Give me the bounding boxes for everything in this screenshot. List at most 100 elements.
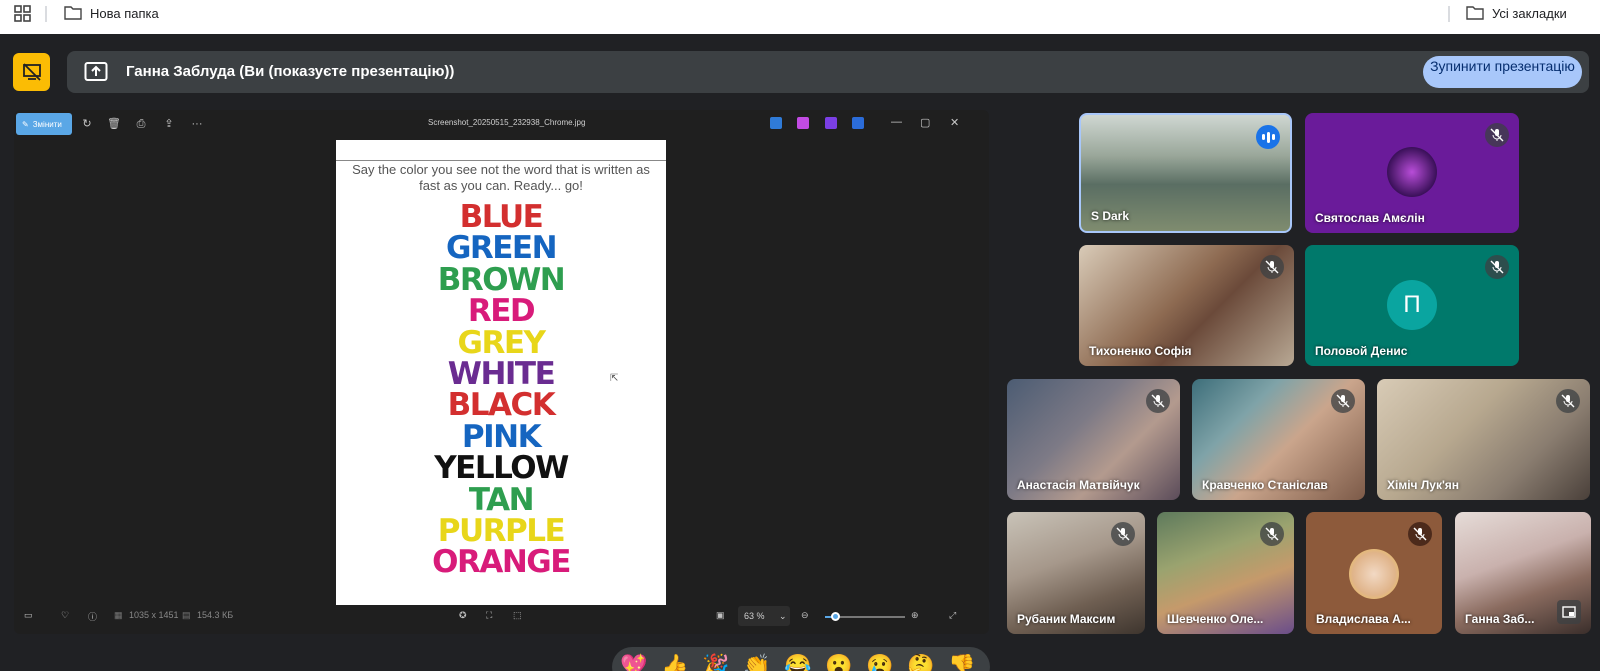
participant-name: Кравченко Станіслав	[1202, 478, 1328, 492]
display-icon[interactable]: ▭	[24, 610, 33, 621]
avatar: П	[1387, 280, 1437, 330]
bookmarks-bar: Нова папка Усі закладки	[0, 0, 1600, 34]
apps-grid-icon[interactable]	[14, 5, 32, 23]
participant-tile[interactable]: Владислава А...	[1306, 512, 1442, 634]
avatar	[1349, 549, 1399, 599]
participant-name: Ганна Заб...	[1465, 612, 1535, 626]
participant-name: Шевченко Оле...	[1167, 612, 1264, 626]
participant-tile[interactable]: Тихоненко Софія	[1079, 245, 1294, 366]
participant-tile[interactable]: П Половой Денис	[1305, 245, 1519, 366]
participant-name: Владислава А...	[1316, 612, 1411, 626]
zoom-level: 63 %	[744, 611, 765, 621]
minimize-button[interactable]: —	[891, 116, 902, 128]
edit-label: Змінити	[32, 119, 62, 129]
color-word: ORANGE	[432, 544, 571, 581]
chevron-down-icon: ⌄	[779, 611, 787, 621]
zoom-slider-handle[interactable]	[831, 612, 840, 621]
mic-off-icon	[1485, 255, 1509, 279]
participant-name: Хіміч Лук'ян	[1387, 478, 1460, 492]
bookmark-folder-label: Усі закладки	[1492, 5, 1567, 21]
print-icon[interactable]: ⎙	[134, 117, 148, 131]
mic-off-icon	[1331, 389, 1355, 413]
fullscreen-icon[interactable]: ⤢	[949, 610, 956, 621]
participant-tile[interactable]: Хіміч Лук'ян	[1377, 379, 1590, 500]
zoom-level-select[interactable]: 63 % ⌄	[738, 606, 790, 626]
rotate-icon[interactable]: ↻	[80, 117, 94, 131]
stop-present-icon	[22, 63, 41, 81]
viewer-status-bar: ▭ ♡ ⓘ ▦ 1035 x 1451 ▤ 154.3 КБ ✪ ⛶ ⬚ ▣ 6…	[14, 602, 989, 632]
maximize-button[interactable]: ▢	[920, 116, 930, 129]
share-icon[interactable]: ⇪	[162, 117, 176, 131]
zoom-in-icon[interactable]: ⊕	[911, 610, 919, 621]
presentation-toggle-button[interactable]	[13, 53, 50, 91]
pin-tile-icon[interactable]	[1557, 600, 1581, 624]
bookmark-folder-all[interactable]: Усі закладки	[1466, 5, 1567, 21]
app-shortcut-icon[interactable]	[852, 117, 864, 129]
participant-tile[interactable]: Ганна Заб...	[1455, 512, 1591, 634]
fit-icon[interactable]: ▣	[716, 610, 725, 621]
app-shortcut-icon[interactable]	[770, 117, 782, 129]
reaction-surprised[interactable]: 😮	[825, 652, 853, 671]
participant-name: Половой Денис	[1315, 344, 1408, 358]
color-word: RED	[467, 293, 536, 330]
color-word: PINK	[461, 418, 542, 455]
participant-name: S Dark	[1091, 209, 1130, 223]
participant-name: Святослав Амєлін	[1315, 211, 1425, 225]
zoom-slider[interactable]	[825, 612, 905, 621]
participant-tile[interactable]: Святослав Амєлін	[1305, 113, 1519, 233]
file-size-icon: ▤	[182, 610, 191, 620]
avatar	[1387, 147, 1437, 197]
color-word: YELLOW	[434, 450, 569, 487]
participant-tile[interactable]: Анастасія Матвійчук	[1007, 379, 1180, 500]
reaction-clap[interactable]: 👏	[743, 652, 771, 671]
color-word-list: BLUE GREEN BROWN RED GREY WHITE BLACK PINK YELLO…	[336, 201, 666, 581]
stop-presenting-button[interactable]: Зупинити презентацію	[1423, 56, 1582, 88]
image-dimensions: 1035 x 1451	[129, 610, 179, 620]
favorite-icon[interactable]: ♡	[61, 610, 69, 621]
more-options-icon[interactable]: ···	[190, 117, 204, 131]
color-word: GREY	[457, 324, 546, 361]
participant-tile[interactable]: S Dark	[1079, 113, 1292, 233]
speaking-indicator-icon	[1256, 125, 1280, 149]
mic-off-icon	[1485, 123, 1509, 147]
file-name: Screenshot_20250515_232938_Chrome.jpg	[428, 118, 586, 127]
file-size: 154.3 КБ	[197, 610, 234, 620]
participant-tile[interactable]: Шевченко Оле...	[1157, 512, 1294, 634]
participant-tile[interactable]: Рубаник Максим	[1007, 512, 1145, 634]
mic-off-icon	[1260, 255, 1284, 279]
edit-button[interactable]: ✎ Змінити	[16, 113, 72, 135]
reaction-thumbs-up[interactable]: 👍	[661, 652, 689, 671]
delete-icon[interactable]: 🗑	[107, 117, 121, 131]
mic-off-icon	[1260, 522, 1284, 546]
reaction-thumbs-down[interactable]: 👎	[948, 652, 976, 671]
mic-off-icon	[1111, 522, 1135, 546]
reaction-sad[interactable]: 😢	[866, 652, 894, 671]
crop-icon[interactable]: ⛶	[486, 610, 492, 621]
enhance-icon[interactable]: ✪	[459, 610, 467, 621]
shared-image-viewer: ✎ Змінити ↻ 🗑 ⎙ ⇪ ··· Screenshot_2025051…	[14, 110, 989, 634]
close-button[interactable]: ✕	[950, 116, 959, 129]
reaction-party[interactable]: 🎉	[702, 652, 730, 671]
document-instruction: Say the color you see not the word that …	[352, 162, 650, 193]
participant-tile[interactable]: Кравченко Станіслав	[1192, 379, 1365, 500]
mic-off-icon	[1146, 389, 1170, 413]
folder-icon	[64, 6, 82, 20]
reaction-thinking[interactable]: 🤔	[907, 652, 935, 671]
bookmarks-divider	[45, 6, 47, 22]
info-icon[interactable]: ⓘ	[88, 610, 97, 623]
color-word: GREEN	[445, 230, 558, 267]
reaction-laugh[interactable]: 😂	[784, 652, 812, 671]
app-shortcut-icon[interactable]	[825, 117, 837, 129]
color-word: BLACK	[447, 387, 556, 424]
reactions-bar: 💖 👍 🎉 👏 😂 😮 😢 🤔 👎	[612, 647, 990, 671]
mic-off-icon	[1556, 389, 1580, 413]
bookmark-folder-label: Нова папка	[90, 5, 159, 21]
reaction-heart[interactable]: 💖	[620, 652, 648, 671]
app-shortcut-icon[interactable]	[797, 117, 809, 129]
folder-icon	[1466, 6, 1484, 20]
color-word: PURPLE	[437, 513, 566, 550]
bookmark-folder-new[interactable]: Нова папка	[64, 5, 159, 21]
color-word: BROWN	[437, 261, 566, 298]
select-icon[interactable]: ⬚	[513, 610, 522, 621]
zoom-out-icon[interactable]: ⊖	[801, 610, 809, 621]
